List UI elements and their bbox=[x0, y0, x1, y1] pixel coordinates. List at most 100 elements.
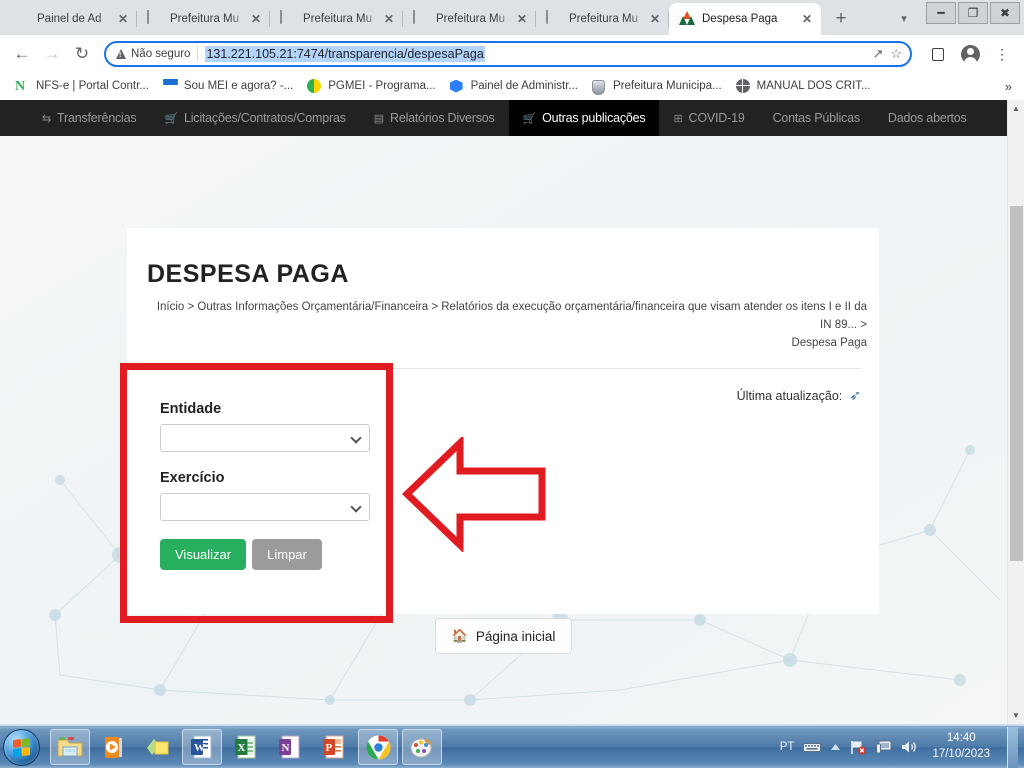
monitor-icon[interactable] bbox=[876, 740, 892, 754]
bookmark-item[interactable]: PGMEI - Programa... bbox=[300, 77, 442, 96]
hex-icon bbox=[449, 79, 465, 94]
minimize-button[interactable]: ━ bbox=[926, 2, 956, 24]
bookmark-item[interactable]: Sou MEI e agora? -... bbox=[156, 77, 300, 96]
network-error-icon[interactable] bbox=[850, 740, 867, 755]
show-desktop-button[interactable] bbox=[1007, 726, 1018, 768]
scroll-up-arrow-icon[interactable]: ▲ bbox=[1008, 100, 1024, 117]
start-button[interactable] bbox=[3, 728, 40, 766]
bars-icon bbox=[162, 78, 178, 94]
crest-icon bbox=[413, 10, 429, 27]
bookmark-label: MANUAL DOS CRIT... bbox=[756, 80, 871, 92]
tab-search-chevron-down-icon[interactable]: ▾ bbox=[892, 7, 916, 29]
url-text[interactable]: 131.221.105.21:7474/transparencia/despes… bbox=[205, 46, 485, 62]
nav-item-licitacoes[interactable]: 🛒 Licitações/Contratos/Compras bbox=[150, 102, 359, 134]
browser-tab[interactable]: Prefeitura Mu ✕ bbox=[137, 3, 270, 35]
nav-item-dados-abertos[interactable]: Dados abertos bbox=[874, 102, 981, 134]
bookmark-item[interactable]: MANUAL DOS CRIT... bbox=[729, 77, 878, 96]
close-tab-icon[interactable]: ✕ bbox=[115, 11, 131, 27]
home-button-label: Página inicial bbox=[475, 628, 556, 644]
nfse-icon: N bbox=[15, 78, 26, 94]
browser-tab[interactable]: Prefeitura Mu ✕ bbox=[536, 3, 669, 35]
taskbar-paint-icon[interactable] bbox=[402, 729, 442, 765]
browser-tab-active[interactable]: Despesa Paga ✕ bbox=[669, 3, 821, 35]
scroll-down-arrow-icon[interactable]: ▼ bbox=[1008, 707, 1024, 724]
breadcrumb-path[interactable]: Início > Outras Informações Orçamentária… bbox=[149, 299, 867, 335]
bookmark-item[interactable]: Prefeitura Municipa... bbox=[585, 77, 729, 96]
browser-tab[interactable]: Prefeitura Mu ✕ bbox=[403, 3, 536, 35]
close-tab-icon[interactable]: ✕ bbox=[514, 11, 530, 27]
taskbar-publisher-icon[interactable]: P bbox=[314, 729, 354, 765]
browser-tab[interactable]: Painel de Ad ✕ bbox=[4, 3, 137, 35]
new-tab-button[interactable]: + bbox=[827, 5, 855, 33]
bookmark-label: PGMEI - Programa... bbox=[328, 80, 436, 92]
reload-icon[interactable]: ↻ bbox=[68, 40, 96, 68]
taskbar-clock[interactable]: 14:40 17/10/2023 bbox=[926, 731, 996, 762]
bookmark-label: NFS-e | Portal Contr... bbox=[36, 80, 149, 92]
address-bar[interactable]: Não seguro 131.221.105.21:7474/transpare… bbox=[104, 41, 912, 67]
chrome-menu-icon[interactable]: ⋮ bbox=[988, 40, 1016, 68]
language-indicator[interactable]: PT bbox=[780, 741, 795, 753]
bookmarks-overflow-icon[interactable]: » bbox=[1005, 79, 1016, 94]
page-title: DESPESA PAGA bbox=[147, 260, 349, 288]
scrollbar-thumb[interactable] bbox=[1010, 206, 1023, 561]
bookmark-item[interactable]: N NFS-e | Portal Contr... bbox=[8, 77, 156, 96]
nav-label: Licitações/Contratos/Compras bbox=[183, 111, 346, 125]
bookmark-label: Painel de Administr... bbox=[470, 80, 578, 92]
nav-label: Outras publicações bbox=[542, 111, 646, 125]
content-card: DESPESA PAGA Início > Outras Informações… bbox=[120, 232, 879, 624]
bookmark-item[interactable]: Painel de Administr... bbox=[443, 77, 585, 96]
trees-icon bbox=[679, 11, 695, 27]
taskbar-word-icon[interactable]: W bbox=[182, 729, 222, 765]
browser-tab[interactable]: Prefeitura Mu ✕ bbox=[270, 3, 403, 35]
entidade-select[interactable] bbox=[160, 424, 370, 453]
nav-item-transferencias[interactable]: ⇆ Transferências bbox=[28, 102, 150, 134]
taskbar-chrome-icon[interactable] bbox=[358, 729, 398, 765]
bookmark-label: Prefeitura Municipa... bbox=[613, 80, 722, 92]
volume-icon[interactable] bbox=[901, 740, 917, 754]
keyboard-icon[interactable] bbox=[803, 741, 822, 753]
share-icon[interactable]: ↗ bbox=[872, 46, 883, 62]
exercicio-select[interactable] bbox=[160, 493, 370, 522]
maximize-button[interactable]: ❐ bbox=[958, 2, 988, 24]
taskbar-sticky-notes-icon[interactable] bbox=[138, 729, 178, 765]
close-tab-icon[interactable]: ✕ bbox=[381, 11, 397, 27]
system-tray: PT 14:40 17/10/2023 bbox=[780, 726, 1024, 768]
limpar-button[interactable]: Limpar bbox=[252, 539, 322, 571]
bookmark-label: Sou MEI e agora? -... bbox=[183, 80, 294, 92]
crest-icon bbox=[280, 10, 296, 27]
page-scrollbar[interactable]: ▲ ▼ bbox=[1007, 100, 1024, 724]
briefcase-medical-icon: ⊞ bbox=[673, 112, 683, 125]
back-icon[interactable]: ← bbox=[8, 40, 36, 68]
svg-text:N: N bbox=[282, 742, 290, 754]
page-viewport: ⇆ Transferências 🛒 Licitações/Contratos/… bbox=[0, 100, 1024, 724]
taskbar-media-player-icon[interactable] bbox=[94, 729, 134, 765]
nav-label: Dados abertos bbox=[887, 111, 967, 125]
site-navigation: ⇆ Transferências 🛒 Licitações/Contratos/… bbox=[0, 100, 1007, 136]
taskbar-file-explorer-icon[interactable] bbox=[50, 729, 90, 765]
nav-item-covid19[interactable]: ⊞ COVID-19 bbox=[659, 102, 758, 134]
taskbar-excel-icon[interactable]: X bbox=[226, 729, 266, 765]
crest-icon bbox=[592, 79, 607, 95]
nav-item-contas-publicas[interactable]: Contas Públicas bbox=[759, 102, 874, 134]
nav-item-outras-publicacoes[interactable]: 🛒 Outras publicações bbox=[508, 100, 660, 136]
pagina-inicial-button[interactable]: 🏠 Página inicial bbox=[434, 618, 573, 654]
nav-label: Transferências bbox=[57, 111, 137, 125]
forward-icon[interactable]: → bbox=[38, 40, 66, 68]
taskbar-apps: W X N P bbox=[50, 729, 442, 765]
nav-item-relatorios-diversos[interactable]: ▤ Relatórios Diversos bbox=[360, 102, 509, 134]
close-tab-icon[interactable]: ✕ bbox=[647, 11, 663, 27]
close-window-button[interactable]: ✖ bbox=[990, 2, 1020, 24]
share-arrow-icon[interactable]: ➶ bbox=[849, 387, 861, 404]
side-panel-icon[interactable] bbox=[924, 40, 952, 68]
close-tab-icon[interactable]: ✕ bbox=[248, 11, 264, 27]
close-tab-icon[interactable]: ✕ bbox=[799, 11, 815, 27]
browser-toolbar: ← → ↻ Não seguro 131.221.105.21:7474/tra… bbox=[0, 35, 1024, 73]
show-hidden-icons-icon[interactable] bbox=[830, 743, 841, 751]
taskbar-onenote-icon[interactable]: N bbox=[270, 729, 310, 765]
visualizar-button[interactable]: Visualizar bbox=[160, 539, 247, 571]
profile-avatar-icon[interactable] bbox=[956, 40, 984, 68]
not-secure-warning-icon bbox=[116, 49, 126, 59]
bookmark-star-icon[interactable]: ☆ bbox=[890, 46, 902, 62]
windows-taskbar: W X N P PT 14:40 17/10/2023 bbox=[0, 725, 1024, 768]
entidade-label: Entidade bbox=[160, 401, 222, 418]
